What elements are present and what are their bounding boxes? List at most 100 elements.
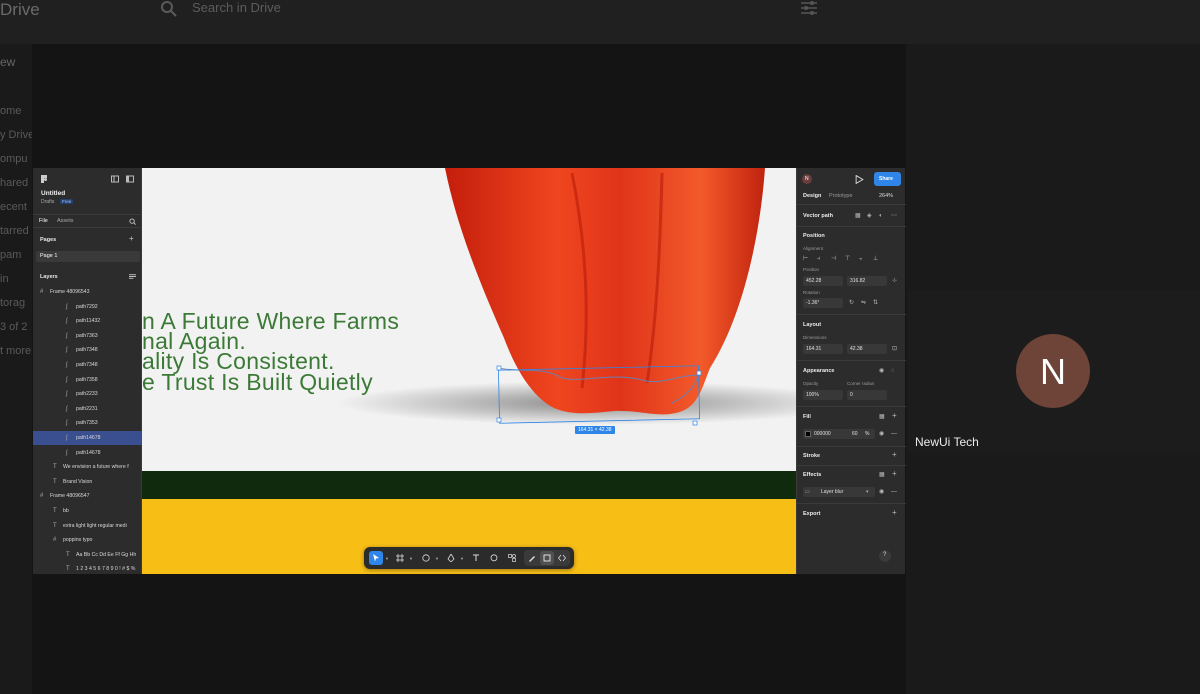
drive-sidebar-item[interactable]: y Drive — [0, 129, 32, 153]
avatar[interactable]: N — [802, 174, 812, 184]
figma-menu-icon[interactable] — [40, 175, 48, 183]
layer-row[interactable]: ∫ path14678 — [33, 446, 142, 460]
drive-sidebar-item[interactable]: pam — [0, 249, 32, 273]
layer-row[interactable]: ∫ path2231 — [33, 402, 142, 416]
remove-icon[interactable]: — — [891, 431, 897, 437]
pen-tool-button[interactable] — [444, 551, 458, 565]
design-canvas[interactable]: n A Future Where Farms nal Again. ality … — [142, 168, 796, 574]
drive-sidebar-item[interactable]: t more — [0, 345, 32, 369]
styles-icon[interactable]: ▦ — [879, 414, 885, 420]
align-bottom-icon[interactable]: ⊥ — [873, 256, 878, 262]
drive-new-button[interactable]: ew — [0, 55, 15, 69]
comment-tool-button[interactable] — [487, 551, 501, 565]
align-top-icon[interactable]: ⊤ — [845, 256, 850, 262]
fill-field[interactable]: 000000 60 % — [803, 429, 875, 439]
drive-sidebar-item[interactable]: 3 of 2 — [0, 321, 32, 345]
constraints-icon[interactable]: ⊹ — [892, 278, 897, 284]
component-icon[interactable]: ▦ — [855, 213, 861, 219]
layer-row[interactable]: ∫ path7358 — [33, 373, 142, 387]
chevron-down-icon[interactable]: ▼ — [385, 556, 389, 561]
layer-row[interactable]: T Brand Vision — [33, 475, 142, 489]
boolean-icon[interactable]: ◈ — [867, 213, 872, 219]
share-button[interactable]: Share — [874, 172, 901, 186]
drive-sidebar-item[interactable]: tarred — [0, 225, 32, 249]
resources-tool-button[interactable] — [505, 551, 519, 565]
tab-assets[interactable]: Assets — [57, 218, 74, 224]
dev-mode-button[interactable] — [555, 551, 569, 565]
drive-search-input[interactable]: Search in Drive — [192, 0, 281, 15]
add-stroke-icon[interactable]: + — [892, 451, 897, 459]
chevron-down-icon[interactable]: ▼ — [460, 556, 464, 561]
visibility-icon[interactable]: ◉ — [879, 431, 884, 437]
rotation-field[interactable]: -1.36° — [803, 298, 843, 308]
more-icon[interactable]: ⋯ — [891, 213, 897, 219]
layer-row[interactable]: ∫ path11432 — [33, 314, 142, 328]
align-center-v-icon[interactable]: ⫟ — [859, 256, 863, 262]
align-left-icon[interactable]: ⊢ — [803, 256, 808, 262]
add-fill-icon[interactable]: + — [892, 412, 897, 420]
layer-row[interactable]: ∫ path7353 — [33, 416, 142, 430]
rotate-icon[interactable]: ↻ — [849, 300, 854, 306]
layer-row[interactable]: ∫ path14678 — [33, 431, 142, 445]
zoom-level[interactable]: 264% — [879, 193, 893, 199]
tab-file[interactable]: File — [39, 218, 48, 224]
help-button[interactable]: ? — [879, 550, 891, 562]
frame-tool-button[interactable] — [393, 551, 407, 565]
chevron-down-icon[interactable]: ▼ — [435, 556, 439, 561]
flip-horizontal-icon[interactable]: ⇋ — [861, 300, 866, 306]
drive-sidebar-item[interactable]: ome — [0, 105, 32, 129]
corner-radius-field[interactable]: 0 — [847, 390, 887, 400]
layer-row[interactable]: ∫ path7348 — [33, 343, 142, 357]
draw-mode-button[interactable] — [525, 551, 539, 565]
height-field[interactable]: 42.38 — [847, 344, 887, 354]
text-tool-button[interactable] — [469, 551, 483, 565]
drive-sidebar-item[interactable]: hared — [0, 177, 32, 201]
layer-row[interactable]: T We envision a future where f — [33, 460, 142, 474]
layer-row[interactable]: ∫ path7363 — [33, 329, 142, 343]
y-field[interactable]: 316.82 — [847, 276, 887, 286]
drive-sidebar-item[interactable]: torag — [0, 297, 32, 321]
visibility-icon[interactable]: ◉ — [879, 489, 884, 495]
sidebar-toggle-icon[interactable] — [111, 175, 119, 183]
width-field[interactable]: 164.31 — [803, 344, 843, 354]
flip-vertical-icon[interactable]: ⇅ — [873, 300, 878, 306]
opacity-field[interactable]: 100% — [803, 390, 843, 400]
add-effect-icon[interactable]: + — [892, 470, 897, 478]
search-icon[interactable] — [129, 218, 136, 225]
add-page-icon[interactable]: + — [129, 235, 134, 243]
drive-sidebar-item[interactable]: in — [0, 273, 32, 297]
align-right-icon[interactable]: ⊣ — [831, 256, 836, 262]
tab-design[interactable]: Design — [803, 193, 821, 199]
styles-icon[interactable]: ▦ — [879, 472, 885, 478]
aspect-lock-icon[interactable]: ⊡ — [892, 346, 897, 352]
blend-mode-icon[interactable]: ◌ — [891, 368, 895, 374]
drive-sidebar-item[interactable]: ecent — [0, 201, 32, 225]
effect-field[interactable]: ▭ Layer blur ▾ — [803, 487, 875, 497]
layer-options-icon[interactable] — [129, 273, 136, 280]
drive-sidebar-item[interactable]: ompu — [0, 153, 32, 177]
layer-row[interactable]: # Frame 48096547 — [33, 489, 142, 503]
add-export-icon[interactable]: + — [892, 509, 897, 517]
layer-row[interactable]: T 1 2 3 4 5 6 7 8 9 0 ! # $ % — [33, 562, 142, 576]
visibility-icon[interactable]: ◉ — [879, 368, 884, 374]
shape-tool-button[interactable] — [419, 551, 433, 565]
fill-swatch[interactable] — [805, 431, 811, 437]
mask-icon[interactable]: ◐ — [879, 213, 883, 219]
layer-row[interactable]: ∫ path2233 — [33, 387, 142, 401]
layer-row[interactable]: T Aa Bb Cc Dd Ee Ff Gg Hh — [33, 548, 142, 562]
layer-row[interactable]: ∫ path7292 — [33, 300, 142, 314]
design-mode-button[interactable] — [540, 551, 554, 565]
align-center-h-icon[interactable]: ⫞ — [817, 256, 820, 262]
participant-tile[interactable]: N NewUi Tech — [908, 290, 1200, 453]
play-icon[interactable] — [855, 175, 864, 184]
layer-row[interactable]: ∫ path7348 — [33, 358, 142, 372]
layer-row[interactable]: Textra light light regular medi — [33, 519, 142, 533]
layer-row[interactable]: # Frame 48096543 — [33, 285, 142, 299]
layer-row[interactable]: Tbb — [33, 504, 142, 518]
chevron-down-icon[interactable]: ▾ — [866, 489, 869, 495]
tab-prototype[interactable]: Prototype — [829, 193, 853, 199]
chevron-down-icon[interactable]: ▼ — [409, 556, 413, 561]
file-title[interactable]: Untitled — [41, 190, 65, 197]
panel-layout-icon[interactable] — [126, 175, 134, 183]
page-item[interactable]: Page 1 — [36, 251, 140, 262]
